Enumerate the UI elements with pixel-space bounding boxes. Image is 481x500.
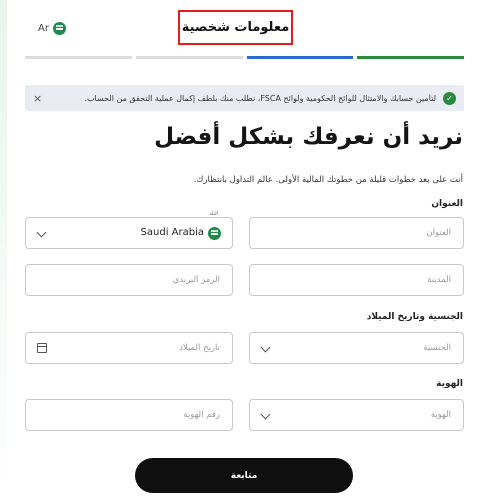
id-type-placeholder: الهوية <box>430 410 451 420</box>
language-label: Ar <box>38 23 49 34</box>
page-title: معلومات شخصية <box>181 20 290 35</box>
alert-text: لتأمين حسابك والامتثال للوائح الحكومية و… <box>84 93 436 103</box>
language-switcher[interactable]: Ar <box>38 22 66 35</box>
shield-check-icon: ✓ <box>443 91 456 105</box>
id-number-placeholder: رقم الهوية <box>183 410 220 420</box>
page: Ar معلومات شخصية ✓ لتأمين حسابك والامتثا… <box>0 0 481 500</box>
country-value: Saudi Arabia <box>140 227 204 238</box>
page-title-box: معلومات شخصية <box>178 10 293 45</box>
header: Ar معلومات شخصية <box>0 0 481 56</box>
section-label-nationality-dob: الجنسية وتاريخ الميلاد <box>366 312 463 322</box>
progress-step-3 <box>246 56 354 59</box>
progress-step-2 <box>135 56 243 59</box>
calendar-icon[interactable] <box>37 343 47 353</box>
flag-icon <box>52 22 66 35</box>
verification-alert: ✓ لتأمين حسابك والامتثال للوائح الحكومية… <box>25 85 464 111</box>
progress-step-1 <box>25 56 132 59</box>
id-number-input[interactable]: رقم الهوية <box>25 399 233 431</box>
close-icon[interactable]: × <box>33 92 42 105</box>
section-label-address: العنوان <box>431 199 463 209</box>
dob-placeholder: تاريخ الميلاد <box>179 343 220 353</box>
intro-text: أنت على بعد خطوات قليلة من خطوتك المالية… <box>193 175 463 185</box>
city-placeholder: المدينة <box>427 275 451 285</box>
id-type-select[interactable]: الهوية <box>249 399 464 431</box>
continue-button[interactable]: متابعة <box>135 458 353 493</box>
dob-input[interactable]: تاريخ الميلاد <box>25 332 233 364</box>
left-accent-bar <box>0 0 7 500</box>
address-input[interactable]: العنوان <box>249 217 464 249</box>
chevron-down-icon <box>36 227 47 238</box>
country-select[interactable]: البلد Saudi Arabia <box>25 211 233 249</box>
nationality-select[interactable]: الجنسية <box>249 332 464 364</box>
chevron-down-icon <box>260 409 271 420</box>
country-label: البلد <box>207 211 220 217</box>
city-input[interactable]: المدينة <box>249 264 464 296</box>
nationality-placeholder: الجنسية <box>423 343 451 353</box>
section-label-identity: الهوية <box>436 379 463 389</box>
progress-step-4 <box>357 56 464 59</box>
main-heading: نريد أن نعرفك بشكل أفضل <box>154 124 463 150</box>
flag-icon <box>208 227 221 240</box>
step-progress <box>25 56 464 59</box>
address-placeholder: العنوان <box>426 228 451 238</box>
chevron-down-icon <box>260 342 271 353</box>
postal-placeholder: الرمز البريدي <box>172 275 220 285</box>
postal-code-input[interactable]: الرمز البريدي <box>25 264 233 296</box>
